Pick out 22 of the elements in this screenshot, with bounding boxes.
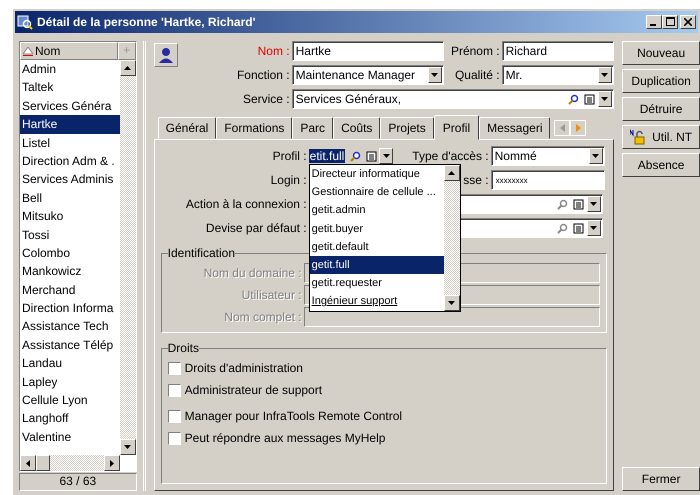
group-title: Identification bbox=[168, 246, 236, 260]
field-label: Action à la connexion : bbox=[184, 197, 308, 211]
field-label: Devise par défaut : bbox=[204, 221, 308, 235]
checkbox-label: Administrateur de support bbox=[184, 383, 322, 397]
field-label: Nom complet : bbox=[223, 310, 303, 324]
field-label: Nom : bbox=[256, 44, 291, 58]
column-title: Nom bbox=[35, 44, 60, 58]
checkbox-label: Droits d'administration bbox=[184, 361, 303, 375]
record-counter: 63 / 63 bbox=[19, 473, 137, 491]
field-label: Prénom : bbox=[450, 44, 501, 58]
field-label: Service : bbox=[242, 92, 291, 106]
group-title: Droits bbox=[168, 341, 199, 355]
field-label: Type d'accès : bbox=[411, 149, 490, 163]
field-label: Utilisateur : bbox=[240, 288, 303, 302]
checkbox-label: Manager pour InfraTools Remote Control bbox=[184, 409, 402, 423]
field-label: Login : bbox=[270, 173, 308, 187]
field-label: Profil : bbox=[272, 149, 308, 163]
field-label: Qualité : bbox=[454, 68, 501, 82]
field-label: Fonction : bbox=[236, 68, 291, 82]
checkbox-label: Peut répondre aux messages MyHelp bbox=[184, 431, 386, 445]
window-title: Détail de la personne 'Hartke, Richard' bbox=[37, 15, 256, 29]
field-label: Nom du domaine : bbox=[202, 266, 303, 280]
